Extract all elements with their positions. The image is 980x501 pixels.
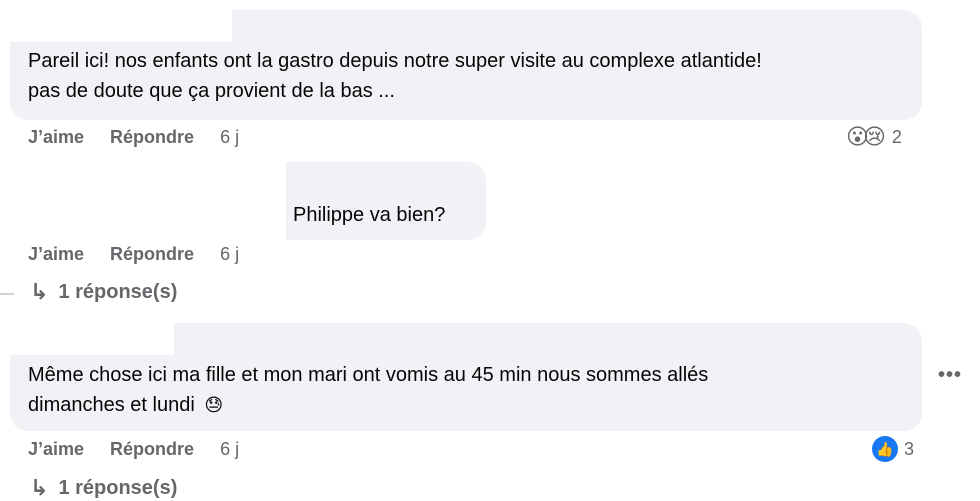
sad-reaction-icon: 😢 [862,124,886,149]
redacted-author [10,162,286,240]
reaction-count: 2 [891,126,902,147]
view-replies-link[interactable]: ↳ 1 réponse(s) [30,279,177,305]
comment-text: dimanches et lundi [28,394,195,416]
redacted-author [10,10,232,42]
replies-count: 1 réponse(s) [58,280,178,303]
comment-text: Pareil ici! nos enfants ont la gastro de… [28,50,762,72]
like-button[interactable]: J’aime [28,127,84,148]
timestamp[interactable]: 6 j [220,439,239,460]
timestamp[interactable]: 6 j [220,244,239,265]
like-reaction-icon: 👍 [872,436,898,462]
replies-count: 1 réponse(s) [58,476,178,499]
like-button[interactable]: J’aime [28,244,84,265]
like-button[interactable]: J’aime [28,439,84,460]
reply-arrow-icon: ↳ [30,279,49,304]
thread-line [0,293,14,295]
view-replies-link[interactable]: ↳ 1 réponse(s) [30,475,177,501]
reaction-count: 3 [904,438,915,459]
comment-actions: J’aime Répondre 6 j [28,241,265,267]
more-options-icon[interactable]: ••• [938,364,962,387]
reply-button[interactable]: Répondre [110,439,194,460]
reply-button[interactable]: Répondre [110,127,194,148]
reactions-summary[interactable]: 👍 3 [872,436,914,462]
reply-button[interactable]: Répondre [110,244,194,265]
reactions-summary[interactable]: 😮 😢 2 [846,124,902,150]
comment-text: pas de doute que ça provient de la bas .… [28,80,395,102]
reply-arrow-icon: ↳ [30,475,49,500]
comment-actions: J’aime Répondre 6 j [28,436,265,462]
redacted-author [10,323,174,355]
comment-text: Même chose ici ma fille et mon mari ont … [28,364,709,386]
comment-actions: J’aime Répondre 6 j [28,124,265,150]
timestamp[interactable]: 6 j [220,127,239,148]
sweat-emoji-icon: 😓 [204,395,224,415]
comment-text: Philippe va bien? [293,204,446,226]
